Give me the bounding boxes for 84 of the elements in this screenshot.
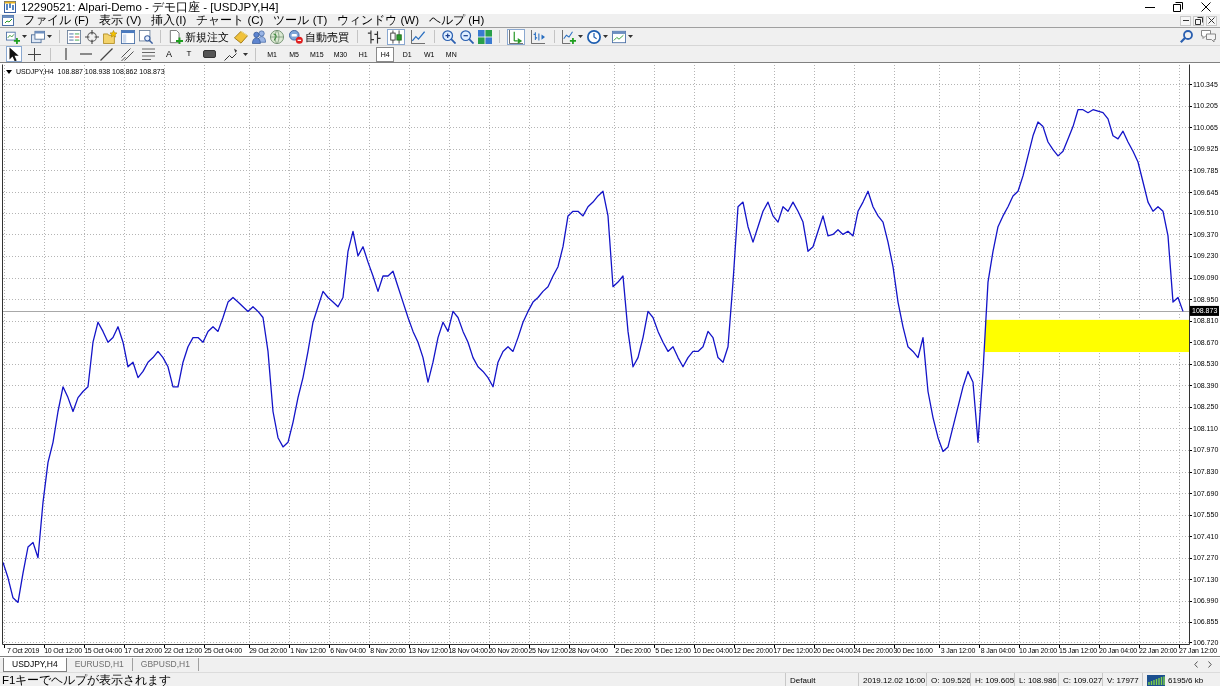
caret-icon[interactable] xyxy=(47,35,52,38)
autotrading-button[interactable]: 自動売買 xyxy=(288,29,350,44)
shapes-tool-button[interactable] xyxy=(222,46,239,62)
text-label-tool-button[interactable]: T xyxy=(181,46,197,62)
menu-item[interactable]: ファイル (F) xyxy=(18,14,94,27)
cursor-arrow-icon xyxy=(9,47,19,61)
status-help-text: F1キーでヘルプが表示されます xyxy=(1,673,173,686)
caret-icon[interactable] xyxy=(603,35,608,38)
autoscroll-button[interactable] xyxy=(507,28,525,45)
minus-badge-circle-icon xyxy=(289,29,303,44)
chart-tab[interactable]: GBPUSD,H1 xyxy=(132,658,199,671)
menu-item[interactable]: ヘルプ (H) xyxy=(424,14,490,27)
chart-type-button[interactable] xyxy=(387,28,405,45)
menu-item[interactable]: 挿入(I) xyxy=(146,14,192,27)
chart-shift-button[interactable] xyxy=(529,28,547,45)
caret-icon[interactable] xyxy=(243,52,248,56)
horizontal-line-icon xyxy=(80,53,92,55)
window-magnifier-icon[interactable] xyxy=(139,29,153,44)
axis-arrow-icon xyxy=(509,29,523,44)
trendline-tool-button[interactable] xyxy=(98,46,115,62)
window-stack-icon[interactable] xyxy=(31,29,45,44)
caret-icon[interactable] xyxy=(628,35,633,38)
status-field-text: V: 17977 xyxy=(1107,675,1139,685)
chart-close-button[interactable] xyxy=(1206,15,1217,26)
close-icon xyxy=(1208,17,1215,24)
chart-window-icon[interactable] xyxy=(612,29,626,44)
status-field-text: 6195/6 kb xyxy=(1168,675,1204,685)
status-field-text: L: 108.986 xyxy=(1019,675,1057,685)
crosshair-icon xyxy=(28,47,41,61)
diagonal-line-icon xyxy=(100,47,113,61)
menu-item[interactable]: ウィンドウ (W) xyxy=(332,14,425,27)
caret-icon[interactable] xyxy=(22,35,27,38)
scroll-right-icon[interactable] xyxy=(1208,661,1212,668)
rising-bars-icon xyxy=(1147,674,1165,686)
close-icon xyxy=(1201,2,1211,12)
window-title: 12290521: Alpari-Demo - デモ口座 - [USDJPY,H4] xyxy=(21,0,279,14)
chart-minimize-button[interactable] xyxy=(1180,15,1191,26)
chart-tab[interactable]: EURUSD,H1 xyxy=(66,658,133,671)
crosshair-tool-button[interactable] xyxy=(26,46,43,62)
four-squares-icon[interactable] xyxy=(478,29,492,44)
clock-icon[interactable] xyxy=(587,29,601,44)
ohlc-bars-icon xyxy=(367,29,381,44)
panel-window-icon[interactable] xyxy=(121,29,135,44)
vertical-line-icon xyxy=(65,48,67,60)
cursor-tool-button[interactable] xyxy=(6,46,22,62)
parallel-lines-icon xyxy=(121,47,134,61)
quote-list-icon[interactable] xyxy=(67,29,81,44)
line-chart-icon xyxy=(411,29,425,44)
globe-icon[interactable] xyxy=(270,29,284,44)
text-tool-button[interactable]: A xyxy=(161,46,177,62)
people-icon[interactable] xyxy=(252,29,266,44)
search-icon[interactable] xyxy=(1180,30,1193,43)
crosshair-circle-icon[interactable] xyxy=(85,29,99,44)
chart-type-button[interactable] xyxy=(365,28,383,45)
minimize-icon xyxy=(1182,20,1189,21)
zoom-out-icon[interactable] xyxy=(460,29,474,44)
zoom-in-icon[interactable] xyxy=(442,29,456,44)
scroll-left-icon[interactable] xyxy=(1194,661,1198,668)
fibonacci-tool-button[interactable] xyxy=(140,46,157,62)
star-folder-icon[interactable] xyxy=(103,29,117,44)
status-field-text: O: 109.526 xyxy=(931,675,971,685)
chart-restore-button[interactable] xyxy=(1193,15,1204,26)
restore-icon xyxy=(1173,2,1183,12)
caret-icon[interactable] xyxy=(578,35,583,38)
menu-item[interactable]: ツール (T) xyxy=(268,14,333,27)
document-plus-icon xyxy=(169,29,183,44)
restore-icon xyxy=(1194,16,1203,25)
menu-item[interactable]: チャート (C) xyxy=(191,14,269,27)
chart-tab[interactable]: USDJPY,H4 xyxy=(3,658,67,672)
status-field-text: C: 109.027 xyxy=(1063,675,1103,685)
candlestick-icon xyxy=(389,29,403,44)
menu-item[interactable]: 表示 (V) xyxy=(93,14,147,27)
axis-shift-arrow-icon xyxy=(531,29,545,44)
status-field-text: H: 109.605 xyxy=(975,675,1015,685)
rounded-rectangle-icon xyxy=(203,50,216,58)
status-field-text: 2019.12.02 16:00 xyxy=(863,675,926,685)
zigzag-arrow-icon xyxy=(224,47,237,61)
dropdown-triangle-icon[interactable] xyxy=(6,69,12,74)
new-order-button[interactable]: 新規注文 xyxy=(168,29,230,44)
chart-plus-icon[interactable] xyxy=(6,29,20,44)
minimize-icon xyxy=(1145,6,1155,8)
stacked-lines-icon xyxy=(142,48,155,60)
status-field-text: Default xyxy=(790,675,816,685)
line-chart-plus-icon[interactable] xyxy=(562,29,576,44)
